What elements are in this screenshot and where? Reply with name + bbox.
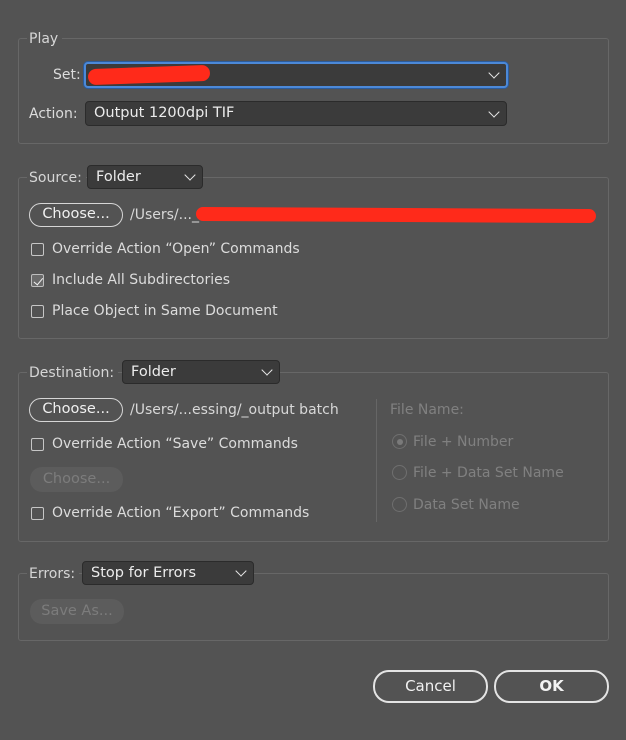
chevron-down-icon	[235, 565, 247, 577]
file-dataset-name-label: File + Data Set Name	[413, 465, 564, 481]
source-type-value: Folder	[96, 169, 141, 185]
file-number-radio[interactable]	[392, 434, 407, 449]
chevron-down-icon	[488, 67, 500, 79]
include-subdirectories-checkbox[interactable]	[31, 274, 44, 287]
chevron-down-icon	[488, 105, 500, 118]
ok-button[interactable]: OK	[494, 670, 609, 703]
file-number-label: File + Number	[413, 434, 514, 450]
play-legend: Play	[27, 30, 63, 48]
action-label: Action:	[29, 106, 78, 122]
destination-choose-button[interactable]: Choose...	[29, 398, 123, 422]
destination-type-select[interactable]: Folder	[122, 360, 280, 384]
destination-type-value: Folder	[131, 364, 176, 380]
errors-legend: Errors:	[27, 565, 80, 583]
save-choose-button[interactable]: Choose...	[30, 467, 123, 492]
include-subdirectories-label: Include All Subdirectories	[52, 272, 231, 288]
place-object-label: Place Object in Same Document	[52, 303, 278, 319]
source-path: /Users/..._	[130, 207, 199, 223]
save-as-button[interactable]: Save As...	[30, 599, 124, 624]
errors-select[interactable]: Stop for Errors	[82, 561, 254, 585]
dataset-name-label: Data Set Name	[413, 497, 520, 513]
chevron-down-icon	[261, 364, 273, 376]
action-select[interactable]: Output 1200dpi TIF	[85, 101, 507, 126]
file-name-label: File Name:	[390, 402, 464, 418]
destination-legend: Destination:	[27, 364, 119, 382]
override-export-label: Override Action “Export” Commands	[52, 505, 310, 521]
override-open-label: Override Action “Open” Commands	[52, 241, 300, 257]
cancel-button[interactable]: Cancel	[373, 670, 488, 703]
place-object-checkbox[interactable]	[31, 305, 44, 318]
action-select-value: Output 1200dpi TIF	[94, 105, 235, 121]
redaction-mark	[195, 206, 597, 224]
override-open-checkbox[interactable]	[31, 243, 44, 256]
play-group	[18, 38, 609, 144]
source-legend: Source:	[27, 169, 86, 187]
errors-select-value: Stop for Errors	[91, 565, 197, 581]
set-label: Set:	[53, 67, 81, 83]
source-choose-button[interactable]: Choose...	[29, 203, 123, 227]
destination-divider	[376, 399, 377, 522]
override-export-checkbox[interactable]	[31, 507, 44, 520]
file-dataset-name-radio[interactable]	[392, 465, 407, 480]
override-save-checkbox[interactable]	[31, 438, 44, 451]
chevron-down-icon	[184, 169, 196, 181]
override-save-label: Override Action “Save” Commands	[52, 436, 298, 452]
source-type-select[interactable]: Folder	[87, 165, 203, 189]
dataset-name-radio[interactable]	[392, 497, 407, 512]
destination-path: /Users/...essing/_output batch	[130, 402, 339, 418]
